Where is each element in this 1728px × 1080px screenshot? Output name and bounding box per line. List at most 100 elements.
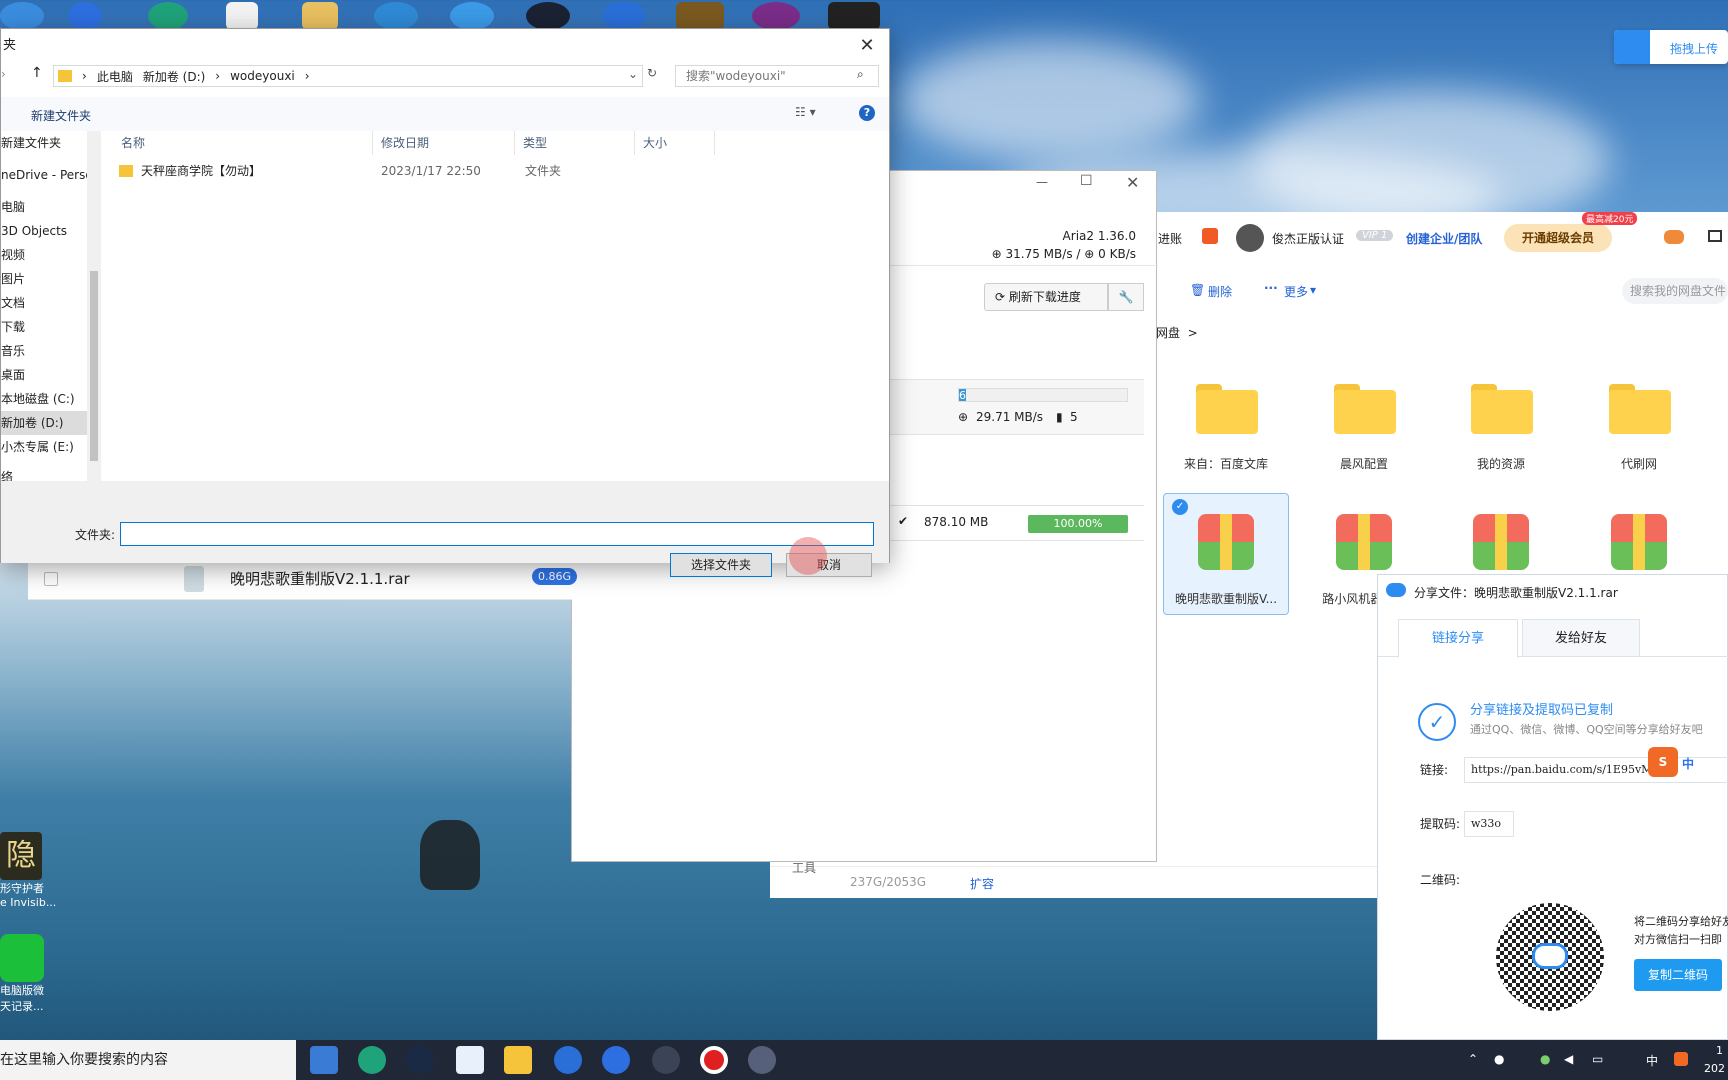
- file-row[interactable]: 天秤座商学院【勿动】 2023/1/17 22:50 文件夹: [119, 162, 561, 179]
- view-options-icon[interactable]: ☷ ▾: [795, 105, 816, 119]
- extract-code-input[interactable]: w33o: [1464, 811, 1514, 837]
- mail-icon[interactable]: [1708, 230, 1722, 242]
- k-app-icon[interactable]: [68, 2, 102, 30]
- aria-app-icon[interactable]: [748, 1046, 776, 1074]
- address-bar[interactable]: › 此电脑 新加卷 (D:) › wodeyouxi ›: [53, 65, 643, 87]
- game-icon[interactable]: [828, 2, 880, 30]
- gear-icon[interactable]: [652, 1046, 680, 1074]
- app-icon[interactable]: [374, 2, 418, 30]
- ime-indicator[interactable]: 中: [1646, 1052, 1658, 1069]
- app-icon[interactable]: [450, 2, 494, 30]
- up-arrow-icon[interactable]: ↑: [31, 65, 43, 81]
- tab-send-friend[interactable]: 发给好友: [1522, 619, 1640, 657]
- chevron-up-icon[interactable]: ⌃: [1468, 1052, 1478, 1066]
- ime-mode-label[interactable]: 中: [1682, 755, 1694, 772]
- edge-icon[interactable]: [358, 1046, 386, 1074]
- tab-link-share[interactable]: 链接分享: [1398, 619, 1518, 658]
- column-name[interactable]: 名称: [113, 131, 373, 155]
- delete-button[interactable]: 删除: [1208, 283, 1232, 300]
- folder-icon[interactable]: [1334, 384, 1396, 434]
- k-app-icon[interactable]: [602, 1046, 630, 1074]
- nav-item[interactable]: 小杰专属 (E:): [1, 435, 101, 459]
- nav-item[interactable]: 电脑: [1, 195, 101, 219]
- desktop-icon-wechat-pc[interactable]: 电脑版微 天记录...: [0, 934, 60, 1024]
- app-icon[interactable]: [752, 2, 800, 30]
- jinzhang-link[interactable]: 进账: [1158, 230, 1182, 247]
- folder-icon[interactable]: [1471, 384, 1533, 434]
- folder-label[interactable]: 代刷网: [1579, 455, 1699, 472]
- breadcrumb[interactable]: 网盘 >: [1156, 324, 1198, 341]
- gift-icon[interactable]: [1202, 228, 1218, 244]
- search-input[interactable]: 搜索"wodeyouxi": [675, 65, 879, 87]
- edge-icon[interactable]: [148, 2, 188, 30]
- xunlei-icon[interactable]: [602, 2, 646, 30]
- folder-icon[interactable]: [1196, 384, 1258, 434]
- nav-item[interactable]: 视频: [1, 243, 101, 267]
- settings-wrench-button[interactable]: 🔧: [1108, 283, 1144, 311]
- nav-item[interactable]: 下载: [1, 315, 101, 339]
- refresh-progress-button[interactable]: ⟳ 刷新下载进度: [984, 283, 1108, 311]
- record-icon[interactable]: [700, 1046, 728, 1074]
- nav-item[interactable]: 文档: [1, 291, 101, 315]
- game-controller-icon[interactable]: [1664, 230, 1684, 244]
- desktop-icon-invisible[interactable]: 隐 形守护者 e Invisib...: [0, 832, 60, 922]
- rar-file-icon[interactable]: [1611, 514, 1667, 570]
- back-arrow-icon[interactable]: ›: [1, 67, 6, 81]
- steam-icon[interactable]: [526, 2, 570, 30]
- expand-storage-link[interactable]: 扩容: [970, 875, 994, 892]
- document-icon[interactable]: [226, 2, 258, 30]
- clock-date[interactable]: 202: [1704, 1062, 1725, 1075]
- task-view-icon[interactable]: [310, 1046, 338, 1074]
- rar-file-icon[interactable]: [1473, 514, 1529, 570]
- nav-item[interactable]: 音乐: [1, 339, 101, 363]
- dropdown-icon[interactable]: ⌄: [628, 67, 638, 81]
- volume-icon[interactable]: ◀: [1564, 1052, 1573, 1066]
- network-icon[interactable]: ▭: [1592, 1052, 1603, 1066]
- download-list-row[interactable]: 晚明悲歌重制版V2.1.1.rar 0.86G: [28, 560, 578, 600]
- nav-item[interactable]: 新建文件夹: [1, 131, 101, 155]
- folder-input[interactable]: [120, 522, 874, 546]
- clock-time[interactable]: 1: [1716, 1044, 1723, 1057]
- folder-icon[interactable]: [1609, 384, 1671, 434]
- nav-item[interactable]: 图片: [1, 267, 101, 291]
- upload-drag-button[interactable]: 拖拽上传: [1614, 30, 1728, 64]
- close-icon[interactable]: ✕: [853, 33, 881, 59]
- folder-icon[interactable]: [302, 2, 338, 30]
- nav-item[interactable]: 桌面: [1, 363, 101, 387]
- file-label[interactable]: 晚明悲歌重制版V...: [1166, 590, 1286, 607]
- rar-file-icon[interactable]: [1336, 514, 1392, 570]
- sogou-tray-icon[interactable]: [1674, 1052, 1688, 1066]
- steam-icon[interactable]: [406, 1046, 434, 1074]
- create-team-link[interactable]: 创建企业/团队: [1406, 230, 1482, 247]
- help-icon[interactable]: ?: [859, 105, 875, 121]
- xunlei-icon[interactable]: [554, 1046, 582, 1074]
- column-type[interactable]: 类型: [515, 131, 635, 155]
- open-vip-button[interactable]: 开通超级会员: [1504, 224, 1612, 252]
- username[interactable]: 俊杰正版认证: [1272, 230, 1344, 247]
- file-explorer-icon[interactable]: [504, 1046, 532, 1074]
- column-size[interactable]: 大小: [635, 131, 715, 155]
- column-date[interactable]: 修改日期: [373, 131, 515, 155]
- checkbox-checked-icon[interactable]: ✓: [1172, 499, 1188, 515]
- baidu-netdisk-icon[interactable]: [456, 1046, 484, 1074]
- minimize-icon[interactable]: —: [1036, 175, 1048, 189]
- app-icon[interactable]: [0, 2, 44, 30]
- breadcrumb-item[interactable]: 此电脑: [97, 68, 133, 85]
- nav-item-selected[interactable]: 新加卷 (D:): [1, 411, 101, 435]
- select-folder-button[interactable]: 选择文件夹: [670, 553, 772, 577]
- maximize-icon[interactable]: ☐: [1080, 173, 1093, 189]
- nav-item[interactable]: neDrive - Perso: [1, 163, 101, 187]
- search-input[interactable]: 搜索我的网盘文件: [1622, 278, 1728, 304]
- folder-label[interactable]: 晨风配置: [1304, 455, 1424, 472]
- nav-scrollbar[interactable]: [87, 131, 101, 511]
- sogou-ime-icon[interactable]: S: [1648, 747, 1678, 777]
- refresh-icon[interactable]: ↻: [647, 66, 657, 80]
- game-icon[interactable]: [676, 2, 724, 30]
- taskbar-search[interactable]: 在这里输入你要搜索的内容: [0, 1040, 296, 1080]
- nav-item[interactable]: 3D Objects: [1, 219, 101, 243]
- folder-label[interactable]: 来自：百度文库: [1166, 455, 1286, 472]
- more-button[interactable]: 更多: [1284, 283, 1308, 300]
- mic-icon[interactable]: ●: [1494, 1052, 1504, 1066]
- wechat-tray-icon[interactable]: ●: [1540, 1052, 1550, 1066]
- folder-label[interactable]: 我的资源: [1441, 455, 1561, 472]
